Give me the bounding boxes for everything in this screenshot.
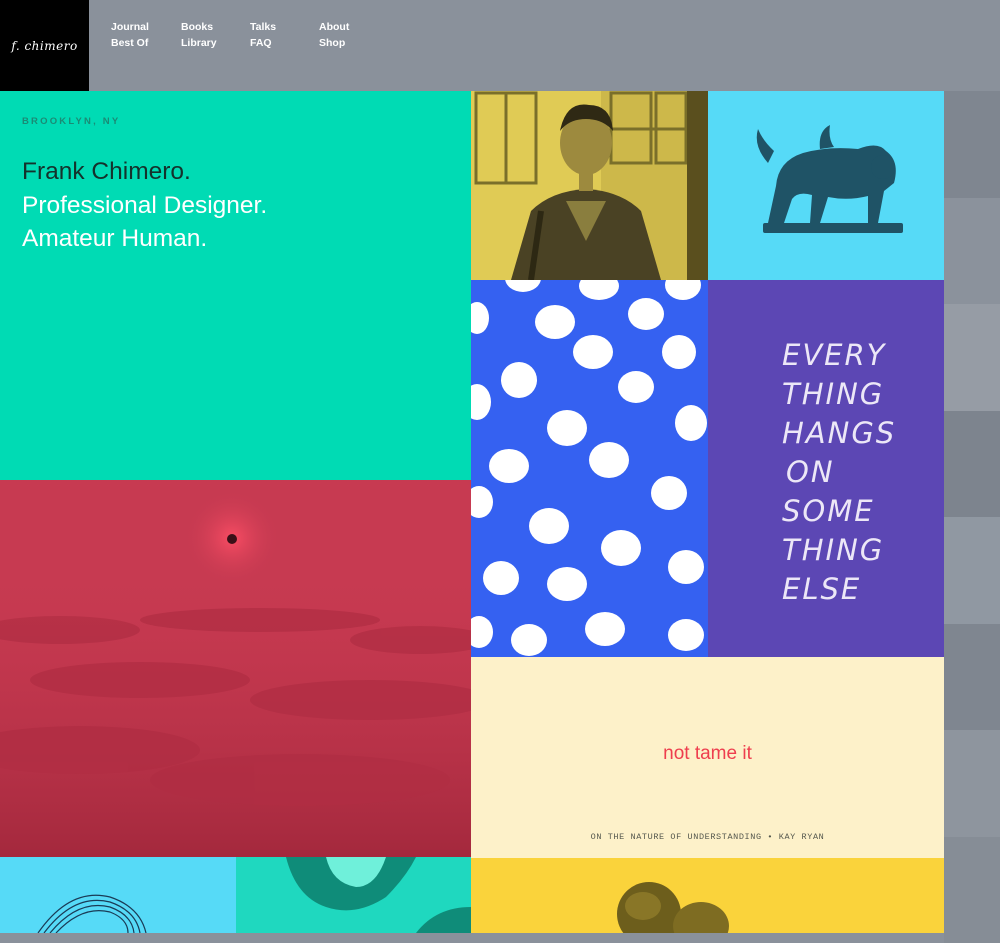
lettering-line: ON [786, 455, 835, 489]
quote-tile[interactable]: not tame it ON THE NATURE OF UNDERSTANDI… [471, 657, 944, 858]
nav-link-talks[interactable]: Talks [250, 19, 320, 35]
nav-link-about[interactable]: About [319, 19, 389, 35]
lettering-line: SOME [782, 494, 875, 528]
quote-text: not tame it [663, 743, 752, 764]
quote-attribution: ON THE NATURE OF UNDERSTANDING • KAY RYA… [590, 832, 825, 842]
logo-text: f. chimero [11, 38, 78, 53]
portrait-illustration [474, 91, 708, 280]
cloud-sea-photo[interactable] [0, 480, 471, 857]
headline-role: Professional Designer. [22, 191, 268, 219]
site-logo[interactable]: f. chimero [0, 0, 89, 91]
lettering-line: ELSE [782, 572, 862, 606]
nav-column: Books Library [181, 19, 251, 51]
nav-link-faq[interactable]: FAQ [250, 35, 320, 51]
dot-pattern-icon [471, 280, 707, 656]
nav-link-books[interactable]: Books [181, 19, 251, 35]
nav-link-library[interactable]: Library [181, 35, 251, 51]
scribble-drawing-tile[interactable] [0, 857, 236, 933]
lettering-tile[interactable]: EVERY THING HANGS ON SOME THING ELSE [708, 280, 944, 657]
lettering-line: EVERY [782, 338, 887, 372]
nav-link-journal[interactable]: Journal [111, 19, 181, 35]
hand-photo-tile[interactable] [236, 857, 471, 933]
lettering-line: THING [782, 533, 885, 567]
background-stripes [944, 91, 1000, 943]
intro-tile: BROOKLYN, NY Frank Chimero. Professional… [0, 91, 471, 480]
fruit-photo-tile[interactable] [471, 858, 944, 933]
headline-tagline: Amateur Human. [22, 225, 208, 252]
chimera-statue-tile[interactable] [708, 91, 944, 280]
dot-pattern-tile[interactable] [471, 280, 708, 657]
chimera-statue-icon [756, 125, 903, 233]
nav-link-shop[interactable]: Shop [319, 35, 389, 51]
headline-name: Frank Chimero. [22, 158, 191, 185]
lettering-line: THING [782, 377, 885, 411]
hand-photo-icon [286, 857, 471, 933]
lettering-line: HANGS [782, 416, 897, 450]
cloud-sea-illustration [0, 480, 471, 857]
nav-link-best-of[interactable]: Best Of [111, 35, 181, 51]
nav-column: Talks FAQ [250, 19, 320, 51]
fruit-photo-icon [617, 882, 729, 933]
site-header: f. chimero Journal Best Of Books Library… [0, 0, 1000, 91]
portrait-photo[interactable] [471, 91, 708, 280]
headline: Frank Chimero. Professional Designer. Am… [22, 155, 267, 256]
nav-column: About Shop [319, 19, 389, 51]
nav-column: Journal Best Of [111, 19, 181, 51]
location-label: BROOKLYN, NY [22, 116, 121, 127]
scribble-drawing-icon [37, 894, 147, 933]
lettering-text: EVERY THING HANGS ON SOME THING ELSE [782, 336, 896, 609]
